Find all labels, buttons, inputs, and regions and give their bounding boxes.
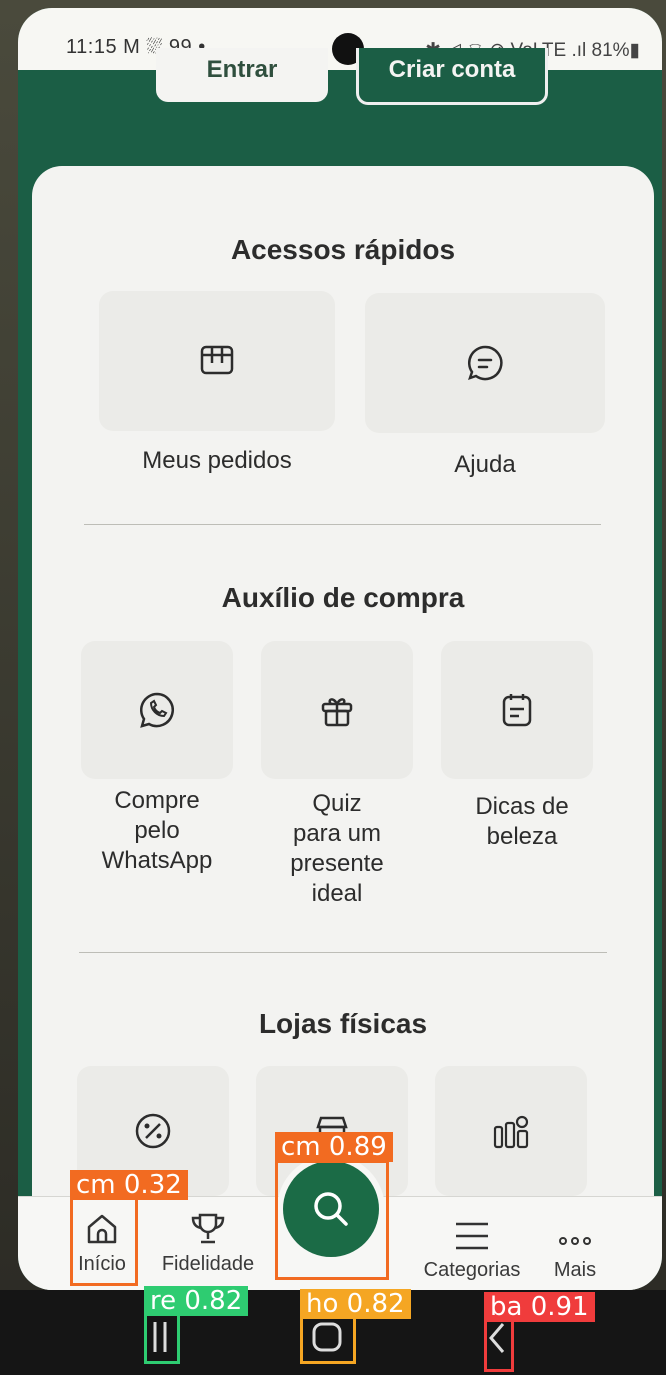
nav-label-loyalty: Fidelidade — [161, 1253, 255, 1275]
login-button[interactable]: Entrar — [156, 48, 328, 102]
gift-quiz-label: Quiz para um presente ideal — [290, 790, 384, 907]
orders-tile[interactable] — [99, 291, 335, 431]
beauty-tips-tile[interactable] — [441, 641, 593, 779]
list-icon — [456, 1222, 488, 1250]
more-icon — [559, 1237, 591, 1245]
section-divider — [79, 952, 607, 953]
whatsapp-icon — [139, 692, 174, 728]
nav-item-more[interactable]: Mais — [542, 1219, 608, 1282]
main-card: Acessos rápidos Meus pedidos Ajuda Auxíl… — [32, 166, 654, 1290]
detection-label: re 0.82 — [144, 1286, 249, 1316]
cosmetics-icon — [493, 1115, 529, 1149]
stores-title: Lojas físicas — [258, 1008, 428, 1039]
purchase-help-title: Auxílio de compra — [221, 582, 465, 613]
signup-button[interactable]: Criar conta — [356, 48, 548, 105]
store-cosmetics-tile[interactable] — [435, 1066, 587, 1196]
section-divider — [84, 524, 601, 525]
discount-icon — [135, 1113, 171, 1149]
orders-icon — [200, 345, 234, 375]
detection-box-recents — [144, 1312, 180, 1364]
help-label: Ajuda — [454, 451, 516, 478]
quick-access-title: Acessos rápidos — [230, 234, 456, 265]
whatsapp-label: Compre pelo WhatsApp — [101, 787, 213, 874]
nav-label-more: Mais — [553, 1259, 597, 1281]
status-bar: 11:15 M ⛆ 99 • ✱ ◁ ⌔ ⊘ VoLTE .ıl 81%▮ — [18, 8, 662, 70]
notes-icon — [502, 694, 532, 727]
gift-icon — [321, 698, 353, 727]
detection-box-home-system — [300, 1314, 356, 1364]
detection-label: cm 0.89 — [275, 1132, 393, 1162]
whatsapp-tile[interactable] — [81, 641, 233, 779]
detection-label: ho 0.82 — [300, 1289, 411, 1319]
orders-label: Meus pedidos — [142, 447, 292, 474]
detection-box-back — [484, 1318, 514, 1372]
chat-icon — [467, 345, 503, 381]
nav-label-categories: Categorias — [423, 1259, 521, 1281]
detection-label: cm 0.32 — [70, 1170, 188, 1200]
beauty-tips-label: Dicas de beleza — [475, 793, 569, 850]
help-tile[interactable] — [365, 293, 605, 433]
gift-quiz-tile[interactable] — [261, 641, 413, 779]
app-screen: 11:15 M ⛆ 99 • ✱ ◁ ⌔ ⊘ VoLTE .ıl 81%▮ En… — [18, 8, 662, 1290]
detection-box-home — [70, 1196, 138, 1286]
trophy-icon — [191, 1213, 225, 1244]
detection-label: ba 0.91 — [484, 1292, 595, 1322]
nav-item-loyalty[interactable]: Fidelidade — [148, 1211, 268, 1276]
detection-box-search — [275, 1160, 389, 1280]
nav-item-categories[interactable]: Categorias — [411, 1219, 533, 1282]
